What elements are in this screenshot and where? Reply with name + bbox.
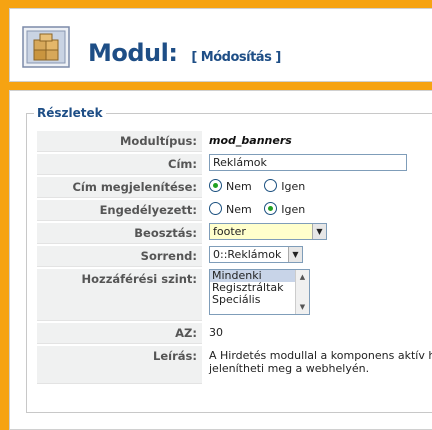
- title-label: Cím:: [37, 154, 202, 175]
- details-legend: Részletek: [34, 106, 106, 120]
- position-select[interactable]: footer ▼: [209, 223, 327, 240]
- row-access: Hozzáférési szint: Mindenki Regisztrálta…: [37, 269, 432, 323]
- scroll-down-icon[interactable]: ▼: [296, 300, 309, 314]
- enabled-yes-radio[interactable]: [264, 202, 278, 215]
- details-form: Modultípus: mod_banners Cím: Reklámok Cí…: [37, 131, 432, 386]
- show-title-no-label[interactable]: Nem: [226, 180, 252, 193]
- access-scrollbar[interactable]: ▲ ▼: [295, 270, 309, 314]
- order-label: Sorrend:: [37, 246, 202, 267]
- description-line-2: jelenítheti meg a webhelyén.: [209, 362, 370, 375]
- row-enabled: Engedélyezett: Nem Igen: [37, 200, 432, 223]
- access-label: Hozzáférési szint:: [37, 269, 202, 321]
- id-label: AZ:: [37, 323, 202, 344]
- show-title-no-radio[interactable]: [209, 179, 222, 192]
- enabled-no-radio[interactable]: [209, 202, 222, 215]
- scroll-up-icon[interactable]: ▲: [296, 270, 309, 284]
- enabled-options: Nem Igen: [209, 200, 432, 220]
- description-value: A Hirdetés modullal a komponens aktív hi…: [209, 349, 432, 375]
- show-title-yes-label[interactable]: Igen: [281, 180, 305, 193]
- module-box-icon: [22, 26, 70, 68]
- enabled-yes-label[interactable]: Igen: [281, 203, 305, 216]
- row-title: Cím: Reklámok: [37, 154, 432, 177]
- access-listbox[interactable]: Mindenki Regisztráltak Speciális ▲ ▼: [209, 269, 310, 315]
- order-select[interactable]: 0::Reklámok ▼: [209, 246, 303, 263]
- show-title-label: Cím megjelenítése:: [37, 177, 202, 198]
- description-label: Leírás:: [37, 346, 202, 384]
- show-title-yes-radio[interactable]: [264, 179, 278, 192]
- row-description: Leírás: A Hirdetés modullal a komponens …: [37, 346, 432, 386]
- position-select-value: footer: [213, 225, 246, 238]
- page-header: Modul: [ Módosítás ]: [9, 8, 432, 82]
- row-position: Beosztás: footer ▼: [37, 223, 432, 246]
- position-label: Beosztás:: [37, 223, 202, 244]
- enabled-no-label[interactable]: Nem: [226, 203, 252, 216]
- row-id: AZ: 30: [37, 323, 432, 346]
- row-module-type: Modultípus: mod_banners: [37, 131, 432, 154]
- page-title-text: Modul:: [88, 39, 178, 67]
- module-type-label: Modultípus:: [37, 131, 202, 152]
- enabled-label: Engedélyezett:: [37, 200, 202, 221]
- row-show-title: Cím megjelenítése: Nem Igen: [37, 177, 432, 200]
- page-title: Modul: [ Módosítás ]: [88, 39, 281, 67]
- module-type-value: mod_banners: [209, 134, 292, 147]
- title-input[interactable]: Reklámok: [209, 154, 407, 171]
- row-order: Sorrend: 0::Reklámok ▼: [37, 246, 432, 269]
- id-value: 30: [209, 326, 223, 339]
- chevron-down-icon[interactable]: ▼: [312, 224, 326, 239]
- chevron-down-icon[interactable]: ▼: [288, 247, 302, 262]
- page-subtitle: [ Módosítás ]: [191, 50, 281, 65]
- description-line-1: A Hirdetés modullal a komponens aktív hi…: [209, 349, 432, 362]
- order-select-value: 0::Reklámok: [213, 248, 282, 261]
- show-title-options: Nem Igen: [209, 177, 432, 197]
